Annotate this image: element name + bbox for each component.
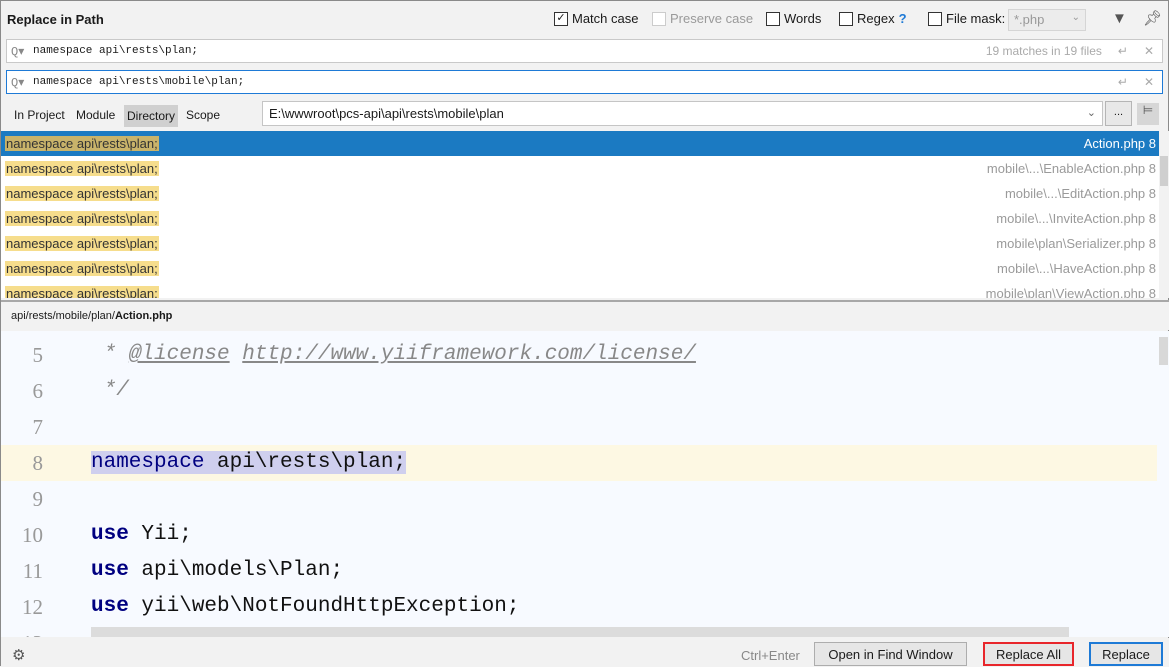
replace-input[interactable]: Q▾ namespace api\rests\mobile\plan; ↵ ✕ [6,70,1163,94]
result-file: mobile\plan\Serializer.php 8 [996,236,1156,251]
result-row[interactable]: namespace api\rests\plan; mobile\...\Enab… [1,156,1159,181]
shortcut-hint: Ctrl+Enter [741,648,800,663]
results-scroll-thumb[interactable] [1160,156,1168,186]
file-mask-checkbox[interactable]: File mask: [928,11,1005,26]
result-row[interactable]: namespace api\rests\plan; mobile\...\Invi… [1,206,1159,231]
newline-icon[interactable]: ↵ [1118,44,1128,58]
editor-scrollbar[interactable] [1159,337,1168,365]
match-text: namespace api\rests\plan; [5,136,159,151]
match-text: namespace api\rests\plan; [5,261,159,276]
clear-icon[interactable]: ✕ [1144,44,1154,58]
tab-directory[interactable]: Directory [124,105,179,127]
code-line: 11 use api\models\Plan; [1,553,1157,589]
code-line: 8 namespace api\rests\plan; [1,445,1157,481]
code-text: api\models\Plan; [128,559,344,582]
match-text: namespace api\rests\plan; [5,186,159,201]
line-number: 12 [22,595,43,619]
tab-module[interactable]: Module [73,106,118,124]
result-row[interactable]: namespace api\rests\plan; Action.php 8 [1,131,1159,156]
line-number: 9 [32,487,44,511]
code-text: yii\web\NotFoundHttpException; [128,595,520,618]
result-file: mobile\...\HaveAction.php 8 [997,261,1156,276]
file-mask-select[interactable]: *.php ⌄ [1008,9,1086,31]
result-file: Action.php 8 [1083,136,1156,151]
result-file: mobile\plan\ViewAction.php 8 [985,286,1156,298]
preserve-case-checkbox[interactable]: Preserve case [652,11,753,26]
code-text: Yii; [128,523,192,546]
result-file: mobile\...\EnableAction.php 8 [986,161,1156,176]
code-text: */ [91,379,129,402]
match-text: namespace api\rests\plan; [5,161,159,176]
checkbox-box [766,11,780,26]
browse-button[interactable]: ... [1105,101,1132,126]
filter-icon[interactable]: ▼ [1112,10,1127,27]
regex-help-link[interactable]: ? [899,11,907,26]
line-number: 5 [32,343,44,367]
code-line: 5 * @license http://www.yiiframework.com… [1,337,1157,373]
line-number: 6 [32,379,44,403]
keyword: use [91,523,129,546]
gear-icon[interactable]: ⚙ [12,646,25,664]
comment: * @license http://www.yiiframework.com/l… [91,343,696,366]
open-in-find-window-button[interactable]: Open in Find Window [814,642,967,666]
match-text: namespace api\rests\plan; [5,211,159,226]
match-case-checkbox[interactable]: ✓ Match case [554,11,638,26]
words-checkbox[interactable]: Words [766,11,821,26]
match-highlight: namespace api\rests\plan; [91,451,407,474]
regex-checkbox[interactable]: Regex? [839,11,907,26]
recursive-toggle-icon[interactable]: ⊨ [1137,103,1159,125]
code-line: 9 [1,481,1157,517]
pin-icon[interactable]: 📌︎ [1143,9,1162,27]
search-icon: Q▾ [11,75,25,90]
code-line: 6 */ [1,373,1157,409]
result-row[interactable]: namespace api\rests\plan; mobile\...\Have… [1,256,1159,281]
checkmark-icon: ✓ [554,11,568,26]
search-icon: Q▾ [11,44,25,59]
code-line: 12 use yii\web\NotFoundHttpException; [1,589,1157,625]
code-line: 10 use Yii; [1,517,1157,553]
result-file: mobile\...\EditAction.php 8 [1004,186,1156,201]
replace-all-button[interactable]: Replace All [983,642,1074,666]
line-number: 13 [1,631,43,637]
match-text: namespace api\rests\plan; [5,286,159,298]
match-count: 19 matches in 19 files [985,44,1102,58]
checkbox-box [839,11,853,26]
checkbox-box [928,11,942,26]
line-number: 10 [22,523,43,547]
editor-hscrollbar[interactable] [91,627,1069,637]
keyword: use [91,559,129,582]
clear-icon[interactable]: ✕ [1144,75,1154,89]
line-number: 7 [32,415,44,439]
search-input[interactable]: Q▾ namespace api\rests\plan; 19 matches i… [6,39,1163,63]
newline-icon[interactable]: ↵ [1118,75,1128,89]
match-text: namespace api\rests\plan; [5,236,159,251]
tab-in-project[interactable]: In Project [11,106,68,124]
line-number: 8 [32,451,44,475]
directory-select[interactable]: E:\wwwroot\pcs-api\api\rests\mobile\plan… [262,101,1103,126]
result-row[interactable]: namespace api\rests\plan; mobile\...\Edit… [1,181,1159,206]
results-list: namespace api\rests\plan; Action.php 8 nam… [1,131,1159,298]
tab-scope[interactable]: Scope [183,106,223,124]
keyword: use [91,595,129,618]
result-row[interactable]: namespace api\rests\plan; mobile\plan\Ser… [1,231,1159,256]
chevron-down-icon: ⌄ [1071,12,1080,23]
code-line: 7 [1,409,1157,445]
code-preview[interactable]: 5 * @license http://www.yiiframework.com… [1,331,1169,637]
replace-button[interactable]: Replace [1089,642,1163,666]
line-number: 11 [22,559,43,583]
dialog-title: Replace in Path [7,12,104,27]
result-file: mobile\...\InviteAction.php 8 [996,211,1156,226]
result-row[interactable]: namespace api\rests\plan; mobile\plan\Vie… [1,281,1159,298]
chevron-down-icon: ⌄ [1086,107,1096,119]
preview-path: api/rests/mobile/plan/Action.php [1,300,1169,330]
checkbox-box [652,11,666,26]
